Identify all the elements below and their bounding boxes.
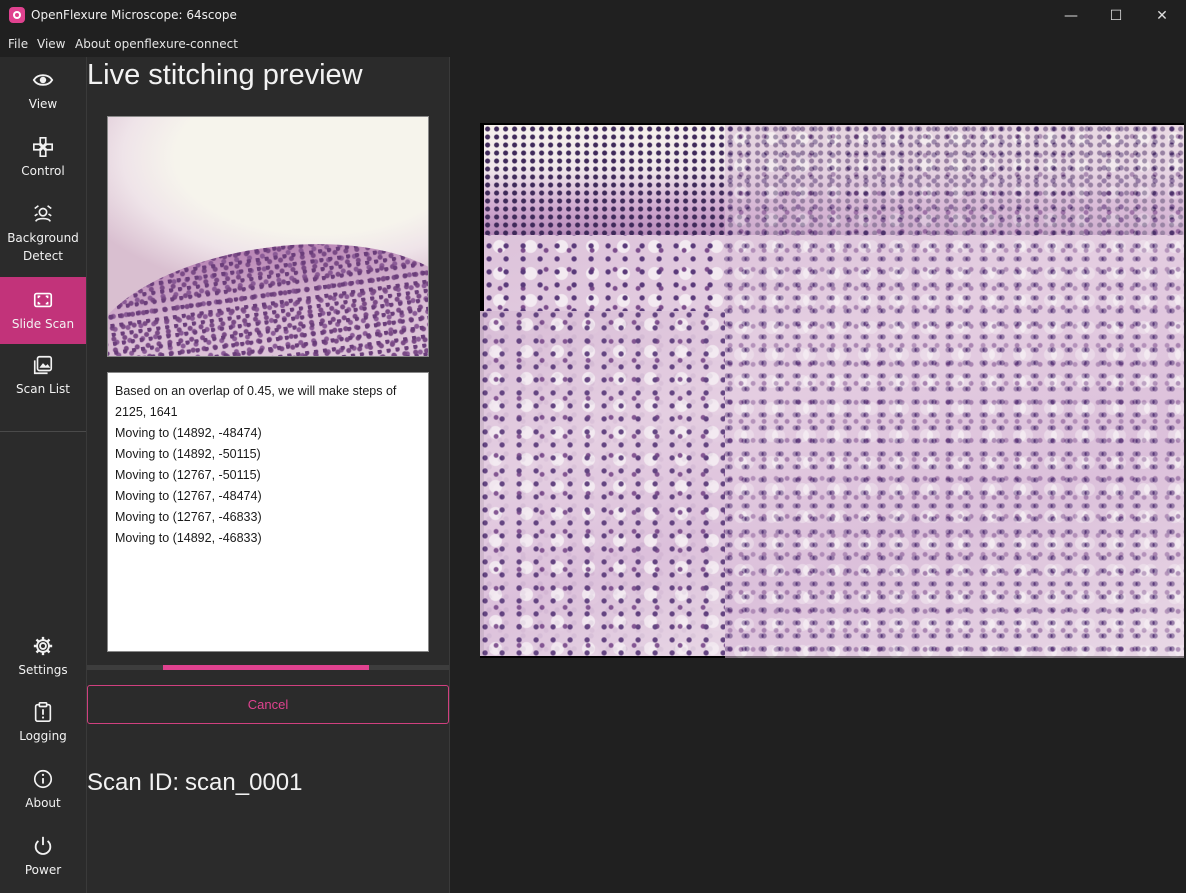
maximize-button[interactable]: ☐: [1093, 0, 1139, 31]
image-stack-icon: [33, 355, 53, 375]
live-camera-preview: [107, 116, 429, 357]
gamepad-icon: [33, 137, 53, 157]
sidebar-item-label: Scan List: [16, 382, 70, 396]
sidebar-item-power[interactable]: Power: [0, 835, 86, 893]
sidebar-item-label: About: [25, 796, 61, 810]
scan-progress-fill: [163, 665, 370, 670]
sidebar-item-label: Background Detect: [7, 231, 79, 263]
sidebar-item-label: Logging: [19, 729, 67, 743]
power-icon: [34, 836, 52, 855]
scan-id: Scan ID: scan_0001: [87, 769, 302, 797]
scan-log: Based on an overlap of 0.45, we will mak…: [107, 372, 429, 652]
scan-panel: Live stitching preview Based on an overl…: [87, 57, 450, 893]
slide-scan-icon: [33, 292, 53, 308]
clipboard-alert-icon: [34, 702, 52, 722]
menu-file[interactable]: File: [8, 37, 28, 51]
scan-progress-bar: [87, 665, 449, 670]
page-title: Live stitching preview: [87, 59, 363, 91]
stitched-tile: [480, 311, 725, 656]
log-line: Moving to (14892, -48474): [115, 426, 262, 440]
sidebar-item-about[interactable]: About: [0, 768, 86, 826]
minimize-button[interactable]: —: [1048, 0, 1094, 31]
menu-about[interactable]: About openflexure-connect: [75, 37, 238, 51]
title-bar: OpenFlexure Microscope: 64scope — ☐ ✕: [0, 0, 1186, 31]
log-line: Moving to (12767, -48474): [115, 489, 262, 503]
sidebar-item-label: Control: [21, 164, 65, 178]
app-logo-icon: [9, 7, 25, 23]
sidebar-item-scan-list[interactable]: Scan List: [0, 354, 86, 412]
menu-view[interactable]: View: [37, 37, 65, 51]
log-line: Moving to (14892, -50115): [115, 447, 261, 461]
eye-icon: [32, 74, 54, 86]
sidebar-item-view[interactable]: View: [0, 69, 86, 127]
stitched-tile: [725, 125, 1184, 658]
log-line: Moving to (12767, -46833): [115, 510, 262, 524]
gear-icon: [33, 636, 53, 656]
stitched-scan-image: [480, 123, 1184, 658]
sidebar-item-label: Slide Scan: [11, 317, 75, 331]
sidebar-divider: [0, 431, 86, 432]
menu-bar: File View About openflexure-connect: [0, 31, 1186, 57]
sidebar-item-label: Settings: [18, 663, 68, 677]
log-line: Based on an overlap of 0.45, we will mak…: [115, 384, 397, 419]
sidebar-item-label: Power: [24, 863, 62, 877]
log-line: Moving to (14892, -46833): [115, 531, 262, 545]
window-title: OpenFlexure Microscope: 64scope: [31, 8, 237, 22]
background-detect-icon: [34, 205, 52, 222]
sidebar-nav: View Control Background Detect Slide Sca…: [0, 57, 87, 893]
sidebar-item-control[interactable]: Control: [0, 136, 86, 194]
sidebar-item-label: View: [28, 97, 58, 111]
sidebar-item-settings[interactable]: Settings: [0, 635, 86, 693]
sidebar-item-slide-scan[interactable]: Slide Scan: [0, 277, 86, 344]
scan-id-label: Scan ID:: [87, 769, 180, 796]
close-button[interactable]: ✕: [1139, 0, 1185, 31]
info-icon: [33, 769, 53, 789]
sidebar-item-logging[interactable]: Logging: [0, 701, 86, 759]
tissue-sample-image: [108, 221, 428, 356]
sidebar-item-background-detect[interactable]: Background Detect: [0, 203, 86, 269]
cancel-button[interactable]: Cancel: [87, 685, 449, 724]
log-line: Moving to (12767, -50115): [115, 468, 261, 482]
scan-id-value: scan_0001: [185, 769, 303, 796]
